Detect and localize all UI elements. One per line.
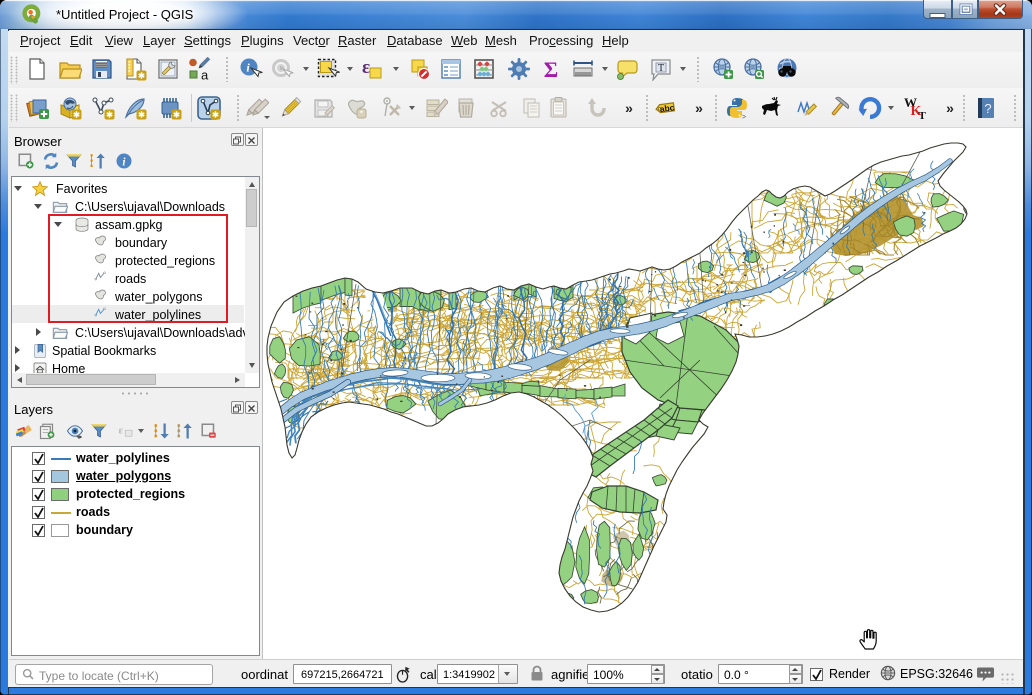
svg-text:»: » <box>695 100 703 116</box>
svg-text:Σ: Σ <box>544 57 558 81</box>
svg-text:a: a <box>201 68 209 82</box>
svg-text:»: » <box>625 100 633 116</box>
svg-text:*: * <box>360 109 364 119</box>
svg-text:?: ? <box>984 101 991 116</box>
svg-text:abc: abc <box>659 102 675 114</box>
svg-text:ε: ε <box>119 425 124 436</box>
svg-text:T: T <box>919 110 927 120</box>
svg-text:T: T <box>658 63 664 74</box>
svg-text:>: > <box>742 114 746 120</box>
svg-text:ε: ε <box>362 57 370 78</box>
svg-text:»: » <box>946 100 954 116</box>
